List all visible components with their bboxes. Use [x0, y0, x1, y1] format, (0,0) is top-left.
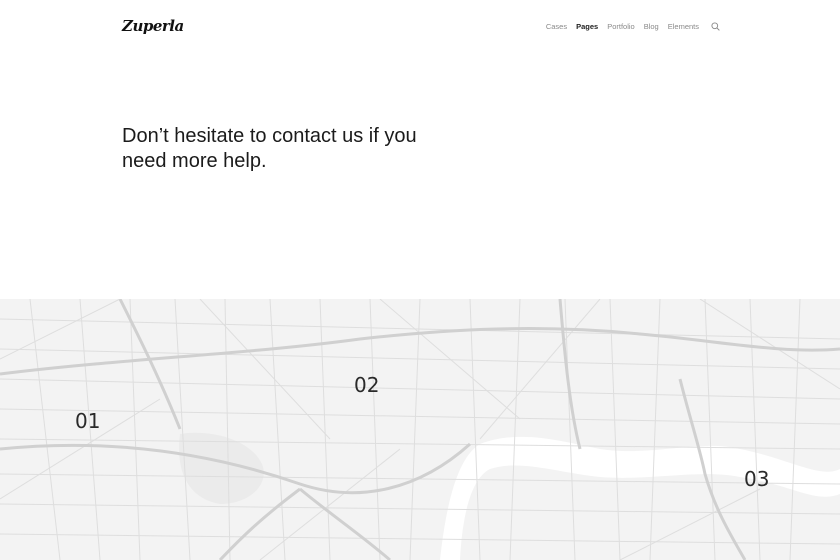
map[interactable]: 01 02 03 [0, 299, 840, 560]
map-streets [0, 299, 840, 560]
main-nav: Cases Pages Portfolio Blog Elements [546, 22, 720, 31]
map-pin-label-01[interactable]: 01 [75, 409, 100, 433]
minor-streets [0, 299, 840, 560]
search-icon[interactable] [711, 22, 720, 31]
nav-item-blog[interactable]: Blog [644, 22, 659, 31]
map-pin-label-02[interactable]: 02 [354, 373, 379, 397]
nav-item-cases[interactable]: Cases [546, 22, 567, 31]
page: Zuperla Cases Pages Portfolio Blog Eleme… [0, 0, 840, 560]
nav-item-portfolio[interactable]: Portfolio [607, 22, 635, 31]
hero-heading: Don’t hesitate to contact us if you need… [122, 125, 417, 172]
logo[interactable]: Zuperla [122, 17, 184, 35]
map-pin-label-03[interactable]: 03 [744, 467, 769, 491]
nav-item-elements[interactable]: Elements [668, 22, 699, 31]
nav-item-pages[interactable]: Pages [576, 22, 598, 31]
